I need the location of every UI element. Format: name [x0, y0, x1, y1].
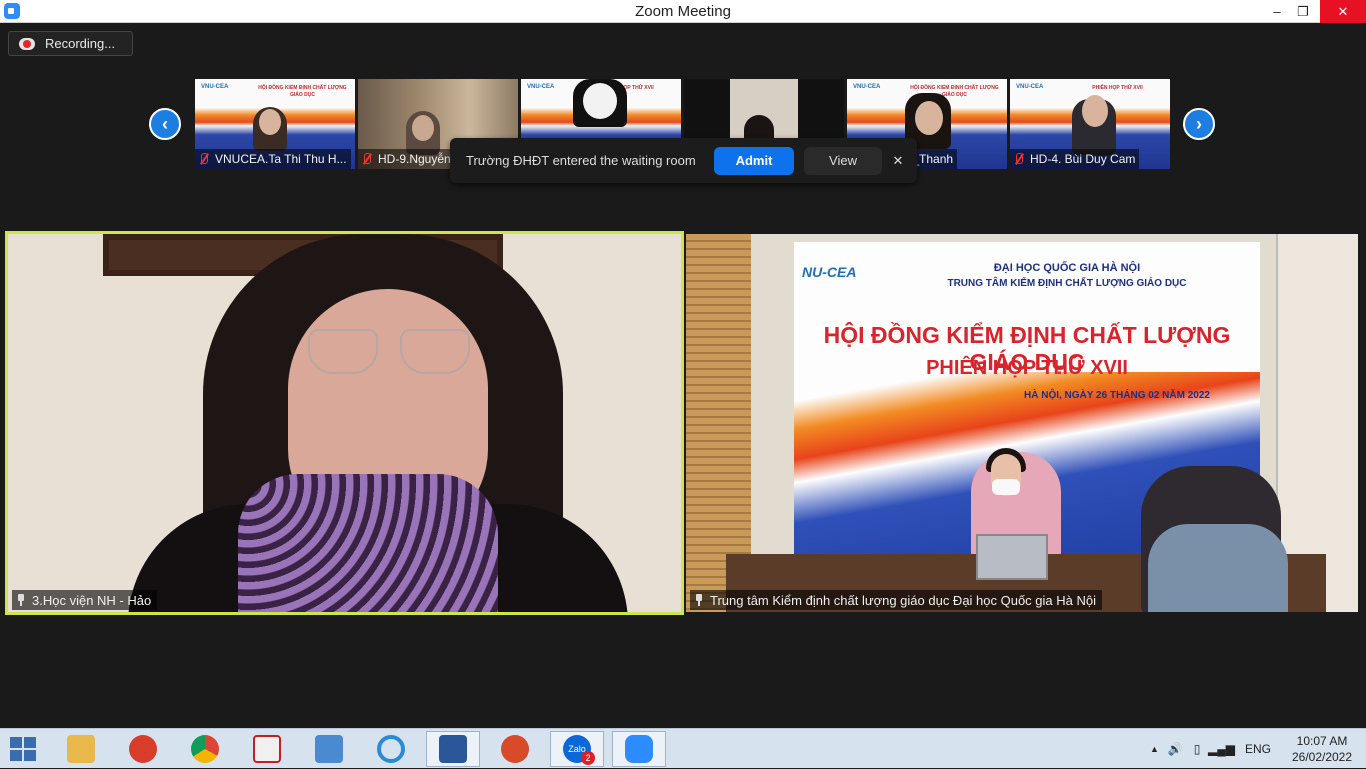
backdrop-logo: VNU-CEA	[1016, 84, 1044, 90]
zoom-icon	[625, 735, 653, 763]
participant-name-tag: HD-4. Bùi Duy Cam	[1010, 149, 1140, 169]
admit-button[interactable]: Admit	[714, 146, 794, 175]
ccleaner-icon	[129, 735, 157, 763]
title-bar: Zoom Meeting – ❐ ✕	[0, 0, 1366, 23]
taskbar: Zalo 2 ▲ 🔊 ▯ ▂▄▆ ENG 10:07 AM 26/02/2022	[0, 728, 1366, 768]
taskbar-ccleaner[interactable]	[116, 731, 170, 767]
unikey-icon	[253, 735, 281, 763]
participant-thumbnail[interactable]: VNU-CEA HỘI ĐỒNG KIỂM ĐỊNH CHẤT LƯỢNG GI…	[195, 79, 355, 169]
chrome-icon	[191, 735, 219, 763]
show-hidden-icons-button[interactable]: ▲	[1150, 744, 1164, 754]
pinned-video[interactable]: NU-CEA ĐẠI HỌC QUỐC GIA HÀ NỘI TRUNG TÂM…	[686, 234, 1358, 612]
waiting-room-message: Trường ĐHĐT entered the waiting room	[466, 153, 696, 168]
taskbar-file-explorer[interactable]	[54, 731, 108, 767]
taskbar-chrome[interactable]	[178, 731, 232, 767]
participant-thumbnail[interactable]: VNU-CEA PHIÊN HỌP THỨ XVII HD-4. Bùi Duy…	[1010, 79, 1170, 169]
taskbar-zoom[interactable]	[612, 731, 666, 767]
language-indicator[interactable]: ENG	[1238, 742, 1278, 756]
browser-icon	[501, 735, 529, 763]
taskbar-zalo[interactable]: Zalo 2	[550, 731, 604, 767]
taskbar-control-panel[interactable]	[302, 731, 356, 767]
participant-name: HD-4. Bùi Duy Cam	[1030, 152, 1136, 166]
participant-face	[915, 101, 943, 135]
backdrop-date: HÀ NỘI, NGÀY 26 THÁNG 02 NĂM 2022	[1024, 390, 1210, 401]
participant-jacket	[1148, 524, 1288, 612]
clock-time: 10:07 AM	[1296, 734, 1348, 748]
participant-name: VNUCEA.Ta Thi Thu H...	[215, 152, 347, 166]
video-participant-name: Trung tâm Kiểm định chất lượng giáo dục …	[710, 592, 1096, 608]
clock-date: 26/02/2022	[1291, 750, 1353, 764]
recording-label: Recording...	[45, 36, 116, 51]
pin-icon	[694, 594, 704, 606]
battery-icon[interactable]: ▯	[1186, 742, 1208, 756]
participant-name-tag: HD-9.Nguyễn	[358, 149, 455, 169]
taskbar-internet-explorer[interactable]	[364, 731, 418, 767]
video-name-tag: Trung tâm Kiểm định chất lượng giáo dục …	[690, 590, 1102, 610]
participant-face	[1082, 95, 1108, 127]
volume-icon[interactable]: 🔊	[1164, 742, 1186, 756]
participant-face	[583, 83, 617, 119]
control-panel-icon	[315, 735, 343, 763]
video-name-tag: 3.Học viện NH - Hảo	[12, 590, 158, 610]
video-participant-name: 3.Học viện NH - Hảo	[32, 592, 152, 608]
taskbar-word[interactable]	[426, 731, 480, 767]
recording-icon	[19, 37, 35, 50]
active-speaker-video[interactable]: 3.Học viện NH - Hảo	[5, 231, 684, 615]
system-tray: ▲ 🔊 ▯ ▂▄▆ ENG	[1150, 729, 1278, 769]
next-page-button[interactable]: ›	[1183, 108, 1215, 140]
face-mask	[992, 479, 1020, 495]
backdrop-org: ĐẠI HỌC QUỐC GIA HÀ NỘI	[993, 262, 1141, 274]
folder-icon	[67, 735, 95, 763]
view-button[interactable]: View	[804, 146, 882, 175]
speaker-glasses	[308, 329, 473, 379]
backdrop-subtitle: PHIÊN HỌP THỨ XVII	[926, 357, 1128, 379]
internet-explorer-icon	[377, 735, 405, 763]
pin-icon	[16, 594, 26, 606]
network-signal-icon[interactable]: ▂▄▆	[1208, 742, 1235, 756]
window-title: Zoom Meeting	[635, 3, 731, 20]
backdrop-subtitle: PHIÊN HỌP THỨ XVII	[1092, 85, 1143, 91]
zalo-badge: 2	[581, 751, 595, 765]
participant-face	[412, 115, 434, 141]
backdrop-logo: VNU-CEA	[853, 84, 881, 90]
backdrop-logo: VNU-CEA	[527, 84, 555, 90]
backdrop-title: HỘI ĐỒNG KIỂM ĐỊNH CHẤT LƯỢNG GIÁO DỤC	[258, 85, 347, 98]
speaker-scarf	[238, 474, 498, 612]
participant-name-tag: VNUCEA.Ta Thi Thu H...	[195, 149, 351, 169]
system-clock[interactable]: 10:07 AM 26/02/2022	[1283, 733, 1361, 765]
backdrop-logo: VNU-CEA	[201, 84, 229, 90]
close-notification-icon[interactable]: ✕	[890, 153, 906, 169]
prev-page-button[interactable]: ‹	[149, 108, 181, 140]
zalo-icon: Zalo 2	[563, 735, 595, 765]
meeting-stage: Recording... ‹ › VNU-CEA HỘI ĐỒNG KIỂM Đ…	[0, 23, 1366, 728]
backdrop-center: TRUNG TÂM KIỂM ĐỊNH CHẤT LƯỢNG GIÁO DỤC	[947, 278, 1187, 289]
mic-muted-icon	[362, 153, 372, 165]
laptop	[976, 534, 1048, 580]
close-window-button[interactable]: ✕	[1320, 0, 1366, 23]
mic-muted-icon	[1014, 153, 1024, 165]
taskbar-unikey[interactable]	[240, 731, 294, 767]
start-button[interactable]	[10, 737, 38, 763]
recording-indicator[interactable]: Recording...	[8, 31, 133, 56]
mic-muted-icon	[199, 153, 209, 165]
word-icon	[439, 735, 467, 763]
waiting-room-notification: Trường ĐHĐT entered the waiting room Adm…	[450, 138, 917, 183]
participant-face	[259, 109, 281, 135]
taskbar-browser[interactable]	[488, 731, 542, 767]
participant-name: HD-9.Nguyễn	[378, 152, 451, 166]
